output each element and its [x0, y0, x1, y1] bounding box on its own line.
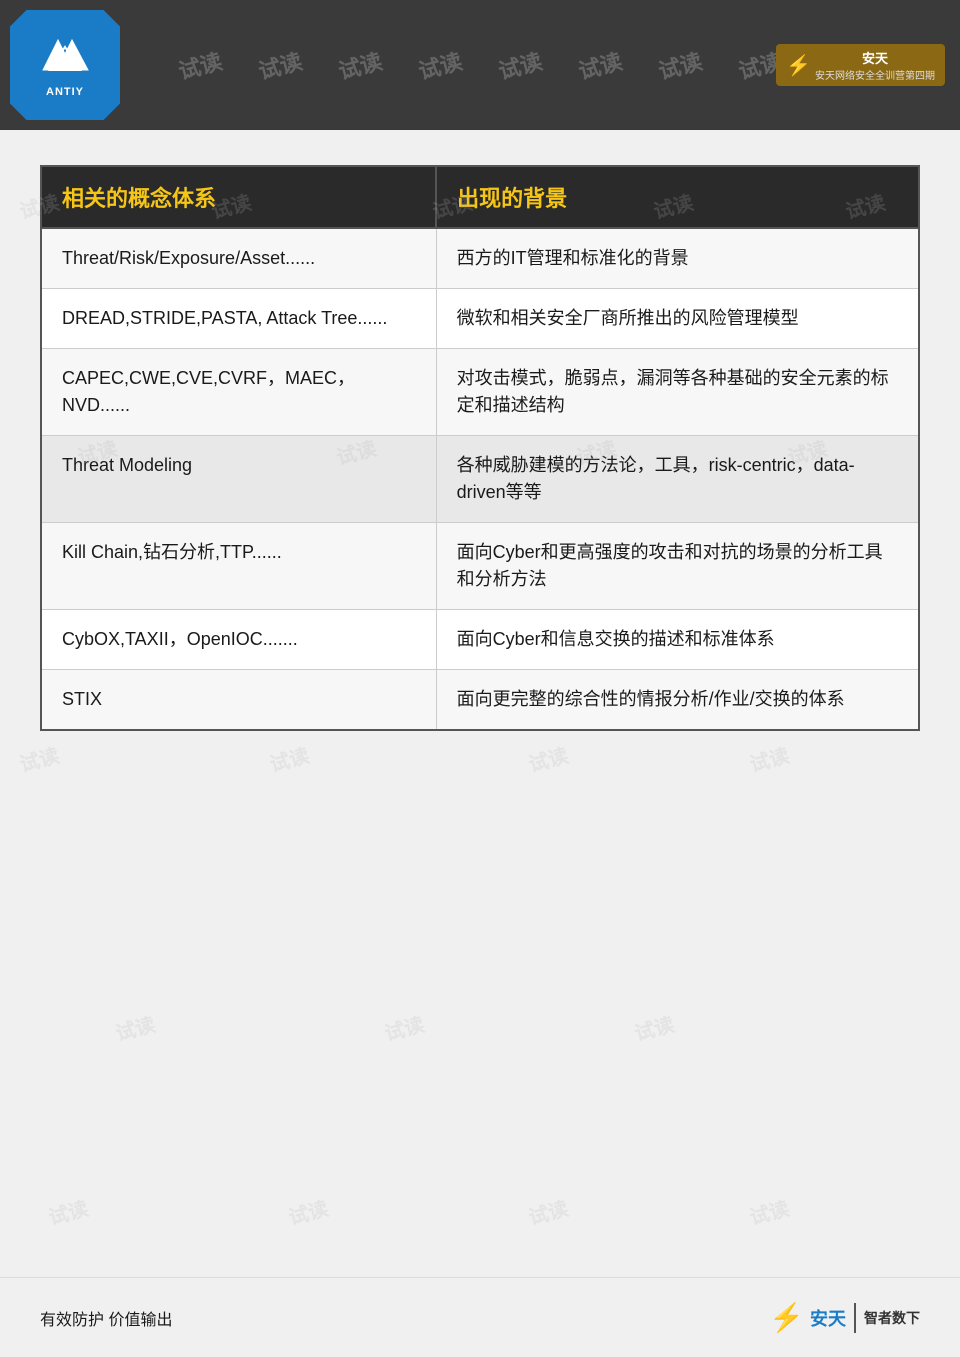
footer: 有效防护 价值输出 ⚡ 安天 智者数下 [0, 1277, 960, 1357]
right-cell: 面向Cyber和更高强度的攻击和对抗的场景的分析工具和分析方法 [436, 523, 919, 610]
col2-header: 出现的背景 [436, 166, 919, 228]
concept-table: 相关的概念体系 出现的背景 Threat/Risk/Exposure/Asset… [40, 165, 920, 731]
header: ANTIY 试读 试读 试读 试读 试读 试读 试读 试读 ⚡ 安天 安天网络安… [0, 0, 960, 130]
table-row: Threat Modeling各种威胁建模的方法论，工具，risk-centri… [41, 436, 919, 523]
table-row: Threat/Risk/Exposure/Asset......西方的IT管理和… [41, 228, 919, 289]
badge-subtitle: 安天网络安全全训营第四期 [815, 67, 935, 82]
footer-tagline: 有效防护 价值输出 [40, 1306, 172, 1330]
right-cell: 面向更完整的综合性的情报分析/作业/交换的体系 [436, 670, 919, 731]
table-row: STIX面向更完整的综合性的情报分析/作业/交换的体系 [41, 670, 919, 731]
logo-icon [38, 32, 93, 82]
footer-divider [854, 1303, 856, 1333]
footer-antiy-name: 安天 [810, 1305, 846, 1331]
table-row: CybOX,TAXII，OpenIOC.......面向Cyber和信息交换的描… [41, 610, 919, 670]
left-cell: Threat Modeling [41, 436, 436, 523]
right-cell: 西方的IT管理和标准化的背景 [436, 228, 919, 289]
footer-lightning-icon: ⚡ [769, 1301, 804, 1334]
right-cell: 面向Cyber和信息交换的描述和标准体系 [436, 610, 919, 670]
left-cell: CAPEC,CWE,CVE,CVRF，MAEC，NVD...... [41, 349, 436, 436]
badge-name: 安天 [815, 48, 935, 67]
header-right-badge: ⚡ 安天 安天网络安全全训营第四期 [776, 44, 945, 86]
col1-header: 相关的概念体系 [41, 166, 436, 228]
right-cell: 各种威胁建模的方法论，工具，risk-centric，data-driven等等 [436, 436, 919, 523]
table-row: DREAD,STRIDE,PASTA, Attack Tree......微软和… [41, 289, 919, 349]
right-cell: 对攻击模式，脆弱点，漏洞等各种基础的安全元素的标定和描述结构 [436, 349, 919, 436]
left-cell: Kill Chain,钻石分析,TTP...... [41, 523, 436, 610]
left-cell: DREAD,STRIDE,PASTA, Attack Tree...... [41, 289, 436, 349]
right-cell: 微软和相关安全厂商所推出的风险管理模型 [436, 289, 919, 349]
footer-slogan: 智者数下 [864, 1308, 920, 1328]
main-content: 相关的概念体系 出现的背景 Threat/Risk/Exposure/Asset… [0, 130, 960, 761]
table-row: CAPEC,CWE,CVE,CVRF，MAEC，NVD......对攻击模式，脆… [41, 349, 919, 436]
left-cell: CybOX,TAXII，OpenIOC....... [41, 610, 436, 670]
table-header-row: 相关的概念体系 出现的背景 [41, 166, 919, 228]
footer-logo-area: ⚡ 安天 智者数下 [769, 1301, 920, 1334]
left-cell: STIX [41, 670, 436, 731]
left-cell: Threat/Risk/Exposure/Asset...... [41, 228, 436, 289]
table-row: Kill Chain,钻石分析,TTP......面向Cyber和更高强度的攻击… [41, 523, 919, 610]
footer-logo: ⚡ 安天 [769, 1301, 846, 1334]
logo-text: ANTIY [46, 86, 84, 98]
logo-box: ANTIY [10, 10, 120, 120]
